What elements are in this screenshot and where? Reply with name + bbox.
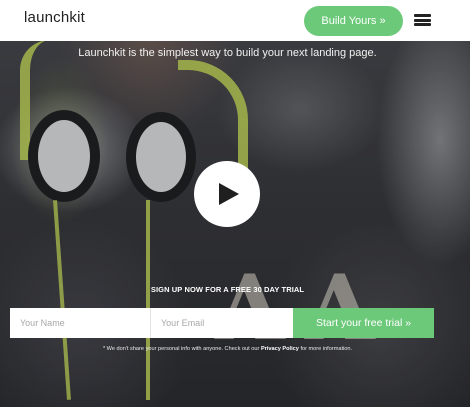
play-icon <box>219 183 239 205</box>
signup-form: Start your free trial » <box>10 308 434 338</box>
privacy-disclaimer: * We don't share your personal info with… <box>0 346 455 352</box>
hamburger-icon[interactable] <box>414 14 431 26</box>
build-yours-button[interactable]: Build Yours » <box>304 6 403 36</box>
play-video-button[interactable] <box>194 161 260 227</box>
menu-line <box>414 23 431 26</box>
logo[interactable]: launchkit <box>24 9 85 26</box>
disclaimer-suffix: for more information. <box>298 346 353 352</box>
menu-line <box>414 18 431 22</box>
privacy-policy-link[interactable]: Privacy Policy <box>261 346 299 352</box>
top-header: launchkit Build Yours » <box>0 0 470 41</box>
email-input[interactable] <box>151 308 293 338</box>
disclaimer-prefix: * We don't share your personal info with… <box>102 346 261 352</box>
signup-heading: SIGN UP NOW FOR A FREE 30 DAY TRIAL <box>150 285 305 294</box>
hero-tagline: Launchkit is the simplest way to build y… <box>78 47 377 59</box>
start-trial-button[interactable]: Start your free trial » <box>293 308 434 338</box>
name-input[interactable] <box>10 308 151 338</box>
menu-line <box>414 14 431 17</box>
